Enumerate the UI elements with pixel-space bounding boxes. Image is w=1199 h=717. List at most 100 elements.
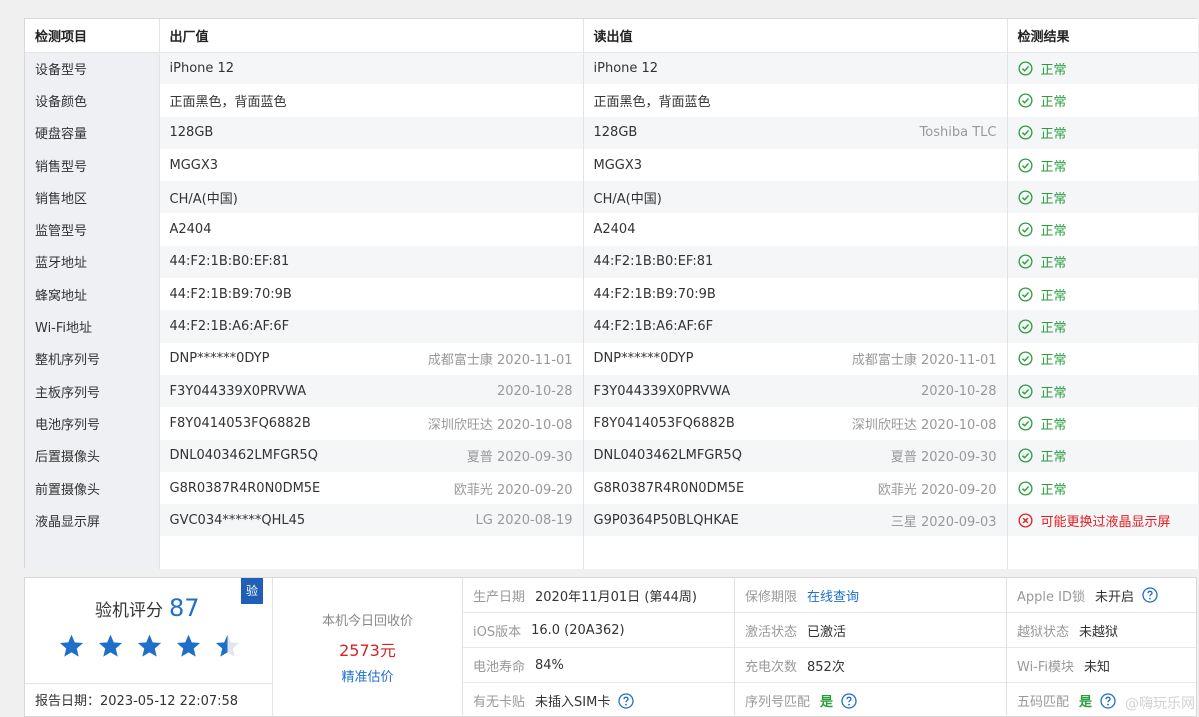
result-cell: 正常 xyxy=(1006,181,1198,214)
info-item: 电池寿命 84% xyxy=(463,648,734,683)
check-circle-icon xyxy=(1017,61,1041,76)
factory-value: 128GB xyxy=(169,125,214,141)
read-value: iPhone 12 xyxy=(593,60,659,76)
read-cell: G8R0387R4R0N0DM5E 欧菲光 2020-09-20 xyxy=(582,471,1007,505)
filler-cell xyxy=(1006,536,1198,569)
header-read: 读出值 xyxy=(582,19,1007,53)
read-note: 三星 2020-09-03 xyxy=(890,514,997,530)
header-result: 检测结果 xyxy=(1006,19,1198,53)
header-factory: 出厂值 xyxy=(158,19,583,53)
row-label: 监管型号 xyxy=(25,213,159,246)
info-key: Apple ID锁 xyxy=(1017,589,1085,605)
help-icon[interactable] xyxy=(610,692,634,709)
read-cell: 44:F2:1B:B0:EF:81 xyxy=(582,245,1007,279)
info-item: 生产日期 2020年11月01日 (第44周) xyxy=(463,578,734,613)
info-value: 已激活 xyxy=(807,624,847,640)
result-text: 可能更换过液晶显示屏 xyxy=(1040,514,1171,530)
factory-cell: 44:F2:1B:B9:70:9B xyxy=(158,278,583,311)
result-cell: 正常 xyxy=(1006,439,1198,472)
score-line: 验机评分 87 xyxy=(95,594,200,622)
factory-value: F8Y0414053FQ6882B xyxy=(169,415,311,431)
info-key: 序列号匹配 xyxy=(745,695,811,710)
read-value: G9P0364P50BLQHKAE xyxy=(593,512,739,528)
estimate-link[interactable]: 精准估价 xyxy=(273,666,462,685)
read-value: 128GB xyxy=(593,125,638,141)
factory-cell: A2404 xyxy=(158,213,583,246)
factory-value: MGGX3 xyxy=(169,157,219,173)
info-key: 充电次数 xyxy=(745,659,798,675)
result-text: 正常 xyxy=(1040,127,1067,143)
inspection-table-panel: 检测项目 出厂值 读出值 检测结果 设备型号 iPhone 12 iPhone 12… xyxy=(24,18,1198,569)
read-cell: F8Y0414053FQ6882B 深圳欣旺达 2020-10-08 xyxy=(582,407,1007,440)
read-value: 44:F2:1B:B9:70:9B xyxy=(593,286,716,302)
header-item: 检测项目 xyxy=(25,19,159,53)
table-row: 主板序列号 F3Y044339X0PRVWA 2020-10-28 F3Y044339… xyxy=(25,374,1198,408)
info-value: 852次 xyxy=(807,659,845,675)
check-circle-icon xyxy=(1017,157,1041,173)
check-circle-icon xyxy=(1017,222,1041,237)
info-item: 保修期限 在线查询 xyxy=(735,578,1006,613)
info-item: Apple ID锁 未开启 xyxy=(1007,578,1196,613)
result-text: 正常 xyxy=(1040,321,1067,337)
result-text: 正常 xyxy=(1040,62,1067,78)
factory-cell: DNP******0DYP 成都富士康 2020-11-01 xyxy=(158,342,583,375)
info-item: 激活状态 已激活 xyxy=(735,613,1006,648)
factory-value: 44:F2:1B:B0:EF:81 xyxy=(169,254,290,270)
factory-cell: 128GB xyxy=(158,116,583,149)
help-icon[interactable] xyxy=(1092,692,1116,709)
result-text: 正常 xyxy=(1040,224,1067,240)
info-value: 未开启 xyxy=(1094,589,1134,605)
summary-panel: 验机评分 87 验 报告日期：2023-05-12 22:07:58 本机今日回收… xyxy=(24,577,1197,717)
result-text: 正常 xyxy=(1040,256,1067,272)
read-value: G8R0387R4R0N0DM5E xyxy=(593,480,745,496)
row-label: 蓝牙地址 xyxy=(25,245,159,279)
factory-cell: MGGX3 xyxy=(158,148,583,182)
info-value: 是 xyxy=(1079,695,1093,710)
read-note: 2020-10-28 xyxy=(920,383,997,399)
table-row: 销售地区 CH/A(中国) CH/A(中国) 正常 xyxy=(25,181,1198,214)
read-cell: DNP******0DYP 成都富士康 2020-11-01 xyxy=(582,342,1007,375)
info-key: iOS版本 xyxy=(473,624,522,640)
help-icon[interactable] xyxy=(833,692,857,709)
row-label: 主板序列号 xyxy=(25,374,159,408)
check-circle-icon xyxy=(1017,416,1041,431)
factory-value: 44:F2:1B:A6:AF:6F xyxy=(169,319,290,335)
result-cell: 正常 xyxy=(1006,471,1198,505)
table-row: 蜂窝地址 44:F2:1B:B9:70:9B 44:F2:1B:B9:70:9B 正常 xyxy=(25,278,1198,311)
info-value: 未知 xyxy=(1084,659,1111,675)
result-cell: 正常 xyxy=(1006,407,1198,440)
check-circle-icon xyxy=(1017,190,1041,205)
result-cell: 正常 xyxy=(1006,84,1198,117)
factory-cell: 44:F2:1B:B0:EF:81 xyxy=(158,245,583,279)
read-value: MGGX3 xyxy=(593,157,643,173)
factory-cell: G8R0387R4R0N0DM5E 欧菲光 2020-09-20 xyxy=(158,471,583,505)
help-icon[interactable] xyxy=(1134,587,1158,603)
read-note: Toshiba TLC xyxy=(919,125,997,141)
info-key: 生产日期 xyxy=(473,589,526,605)
result-cell: 正常 xyxy=(1006,213,1198,246)
read-note: 成都富士康 2020-11-01 xyxy=(851,353,997,369)
factory-cell: F3Y044339X0PRVWA 2020-10-28 xyxy=(158,374,583,408)
factory-value: DNP******0DYP xyxy=(169,351,270,367)
info-value: 是 xyxy=(820,695,834,710)
check-circle-icon xyxy=(1017,384,1041,399)
read-cell: 44:F2:1B:A6:AF:6F xyxy=(582,310,1007,343)
read-cell: MGGX3 xyxy=(582,148,1007,182)
table-row: 蓝牙地址 44:F2:1B:B0:EF:81 44:F2:1B:B0:EF:81 正常 xyxy=(25,245,1198,279)
info-value[interactable]: 在线查询 xyxy=(807,586,859,605)
row-label: 销售地区 xyxy=(25,181,159,214)
result-cell: 正常 xyxy=(1006,342,1198,375)
table-row: 监管型号 A2404 A2404 正常 xyxy=(25,213,1198,246)
info-key: Wi-Fi模块 xyxy=(1017,659,1075,675)
check-circle-icon xyxy=(1017,448,1041,463)
read-cell: CH/A(中国) xyxy=(582,181,1007,214)
table-row: 后置摄像头 DNL0403462LMFGR5Q 夏普 2020-09-30 DNL04… xyxy=(25,439,1198,472)
factory-value: 正面黑色，背面蓝色 xyxy=(169,94,287,110)
check-circle-icon xyxy=(1017,319,1041,334)
report-date: 报告日期：2023-05-12 22:07:58 xyxy=(25,683,273,717)
result-text: 正常 xyxy=(1040,191,1067,207)
result-text: 正常 xyxy=(1040,450,1067,466)
result-cell: 正常 xyxy=(1006,310,1198,343)
info-item: Wi-Fi模块 未知 xyxy=(1007,648,1196,683)
factory-cell: 正面黑色，背面蓝色 xyxy=(158,84,583,117)
